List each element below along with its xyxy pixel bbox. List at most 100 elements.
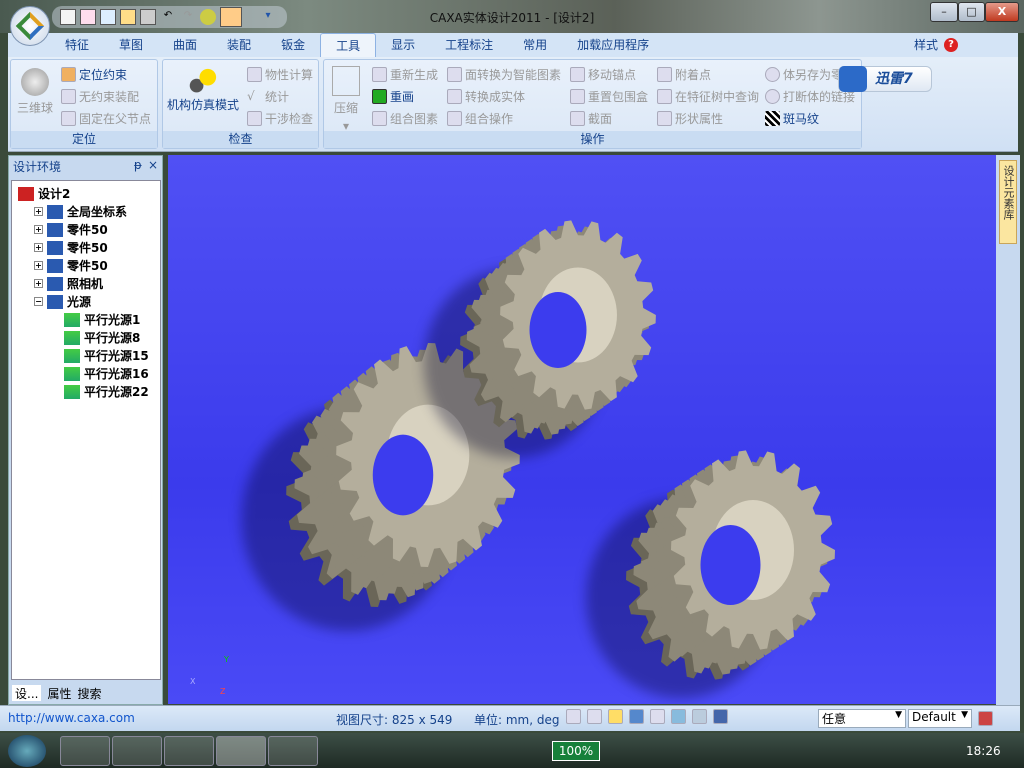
compress-button[interactable]: 压缩 ▾	[332, 66, 360, 133]
fix-to-parent-button[interactable]: 固定在父节点	[61, 110, 151, 127]
tree-item[interactable]: − 光源	[34, 293, 91, 310]
panel-tab-properties[interactable]: 属性	[47, 685, 71, 701]
mechanism-sim-button[interactable]: 机构仿真模式	[167, 66, 239, 113]
close-button[interactable]: X	[985, 2, 1019, 22]
redo-icon[interactable]: ↷	[180, 9, 196, 25]
open-folder-icon[interactable]	[120, 9, 136, 25]
tree-item[interactable]: + 零件50	[34, 257, 108, 274]
find-in-tree-button[interactable]: 在特征树中查询	[657, 88, 759, 105]
section-button[interactable]: 截面	[570, 110, 612, 127]
tree-item[interactable]: 平行光源22	[64, 383, 149, 400]
expand-toggle[interactable]: +	[34, 207, 43, 216]
qat-dropdown-icon[interactable]: ▾	[260, 9, 276, 25]
attach-point-button[interactable]: 附着点	[657, 66, 711, 83]
zoom-window-icon[interactable]	[566, 709, 581, 724]
gear-tool-icon[interactable]	[200, 9, 216, 25]
style-menu[interactable]: 样式	[908, 33, 944, 57]
smart-feature-button[interactable]: 面转换为智能图素	[447, 66, 561, 83]
render-mode-icon[interactable]	[629, 709, 644, 724]
tab-tools[interactable]: 工具	[320, 33, 377, 57]
zoom-icon[interactable]	[587, 709, 602, 724]
expand-toggle[interactable]: −	[34, 297, 43, 306]
tree-item[interactable]: 平行光源1	[64, 311, 140, 328]
battery-indicator[interactable]: 100%	[552, 741, 600, 761]
move-anchor-button[interactable]: 移动锚点	[570, 66, 636, 83]
tree-item[interactable]: + 全局坐标系	[34, 203, 127, 220]
tab-display[interactable]: 显示	[376, 33, 430, 57]
expand-toggle[interactable]: +	[34, 261, 43, 270]
taskbar-media[interactable]	[164, 736, 214, 766]
undo-icon[interactable]: ↶	[160, 9, 176, 25]
preview-icon[interactable]	[100, 9, 116, 25]
maximize-button[interactable]: □	[958, 2, 985, 22]
shading-icon[interactable]	[671, 709, 686, 724]
style-select[interactable]: Default ▼	[908, 709, 972, 728]
select-mode-icon[interactable]	[713, 709, 728, 724]
tree-tool-icon[interactable]	[220, 7, 242, 27]
panel-tab-design[interactable]: 设...	[12, 685, 42, 701]
save-icon[interactable]	[140, 9, 156, 25]
tab-annotation[interactable]: 工程标注	[430, 33, 508, 57]
redraw-button[interactable]: 重画	[372, 88, 414, 105]
tree-item[interactable]: + 零件50	[34, 239, 108, 256]
zebra-button[interactable]: 斑马纹	[765, 110, 819, 127]
tab-sheetmetal[interactable]: 钣金	[266, 33, 320, 57]
position-constraint-button[interactable]: 定位约束	[61, 66, 127, 83]
tab-addins[interactable]: 加载应用程序	[562, 33, 664, 57]
taskbar-caxa[interactable]	[216, 736, 266, 766]
filter-select[interactable]: 任意 ▼	[818, 709, 906, 728]
view-orient-icon[interactable]	[608, 709, 623, 724]
combine-icon	[372, 111, 387, 126]
open-design-icon[interactable]	[80, 9, 96, 25]
new-icon[interactable]	[60, 9, 76, 25]
expand-toggle[interactable]: +	[34, 243, 43, 252]
panel-close-icon[interactable]: ×	[148, 158, 158, 172]
free-assembly-button[interactable]: 无约束装配	[61, 88, 139, 105]
structure-icon[interactable]	[978, 711, 993, 726]
3d-viewport[interactable]: Y X Z	[168, 155, 996, 704]
tree-item[interactable]: + 照相机	[34, 275, 103, 292]
tab-common[interactable]: 常用	[508, 33, 562, 57]
app-menu-button[interactable]	[10, 6, 50, 46]
clock[interactable]: 18:26	[966, 744, 1001, 758]
taskbar-ie[interactable]	[60, 736, 110, 766]
camera-icon[interactable]	[650, 709, 665, 724]
regenerate-button[interactable]: 重新生成	[372, 66, 438, 83]
reset-bbox-button[interactable]: 重置包围盒	[570, 88, 648, 105]
tree-item[interactable]: 设计2	[18, 185, 70, 202]
shape-properties-button[interactable]: 形状属性	[657, 110, 723, 127]
minimize-button[interactable]: –	[930, 2, 958, 22]
expand-toggle[interactable]: +	[34, 279, 43, 288]
combine-operation-button[interactable]: 组合操作	[447, 110, 513, 127]
pin-icon[interactable]: ᵽ	[134, 158, 142, 172]
tree-item[interactable]: + 零件50	[34, 221, 108, 238]
tree-node-icon	[64, 330, 80, 345]
start-button[interactable]	[8, 735, 46, 767]
statistics-button[interactable]: √ 统计	[247, 88, 289, 105]
tab-assembly[interactable]: 装配	[212, 33, 266, 57]
taskbar-app[interactable]	[268, 736, 318, 766]
combine-op-icon	[447, 111, 462, 126]
tab-sketch[interactable]: 草图	[104, 33, 158, 57]
transparency-icon[interactable]	[692, 709, 707, 724]
bbox-icon	[570, 89, 585, 104]
tree-item[interactable]: 平行光源8	[64, 329, 140, 346]
to-solid-button[interactable]: 转换成实体	[447, 88, 525, 105]
design-library-tab[interactable]: 设计元素库	[999, 160, 1017, 244]
interference-check-button[interactable]: 干涉检查	[247, 110, 313, 127]
tree-node-icon	[64, 312, 80, 327]
tree-item[interactable]: 平行光源16	[64, 365, 149, 382]
xunlei-floating-badge[interactable]: 迅雷7	[838, 66, 932, 92]
tree-item[interactable]: 平行光源15	[64, 347, 149, 364]
caxa-link[interactable]: http://www.caxa.com	[8, 711, 135, 725]
panel-tab-search[interactable]: 搜索	[77, 685, 101, 701]
combine-button[interactable]: 组合图素	[372, 110, 438, 127]
taskbar-explorer[interactable]	[112, 736, 162, 766]
gear-models[interactable]	[168, 155, 996, 704]
tab-surface[interactable]: 曲面	[158, 33, 212, 57]
expand-toggle[interactable]: +	[34, 225, 43, 234]
tab-feature[interactable]: 特征	[50, 33, 104, 57]
mass-properties-button[interactable]: 物性计算	[247, 66, 313, 83]
help-icon[interactable]: ?	[944, 38, 958, 52]
3d-ball-button[interactable]: 三维球	[17, 68, 53, 116]
